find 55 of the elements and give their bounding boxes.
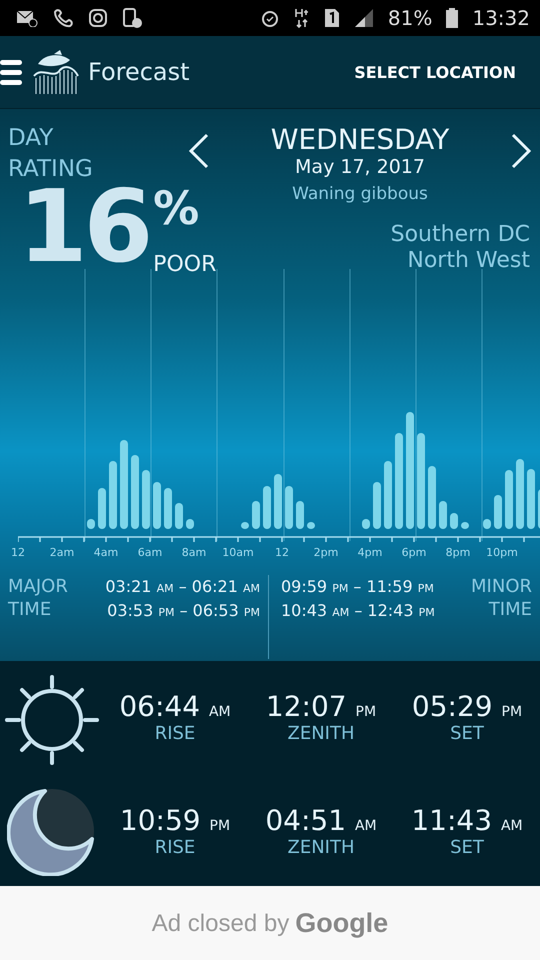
event-label: ZENITH bbox=[287, 722, 354, 744]
device-alert-icon bbox=[122, 8, 142, 28]
time-range: 03:21 AM – 06:21 AM bbox=[105, 576, 260, 598]
event-time: 10:59 PM bbox=[120, 804, 230, 836]
axis-label: 8pm bbox=[446, 546, 470, 559]
date: May 17, 2017 bbox=[295, 156, 425, 178]
select-location-button[interactable]: SELECT LOCATION bbox=[354, 62, 516, 82]
next-day-button[interactable] bbox=[510, 133, 532, 169]
signal-icon bbox=[354, 8, 374, 28]
clock-time: 13:32 bbox=[472, 6, 530, 30]
time-range: 03:53 PM – 06:53 PM bbox=[107, 600, 260, 622]
axis-label: 2am bbox=[50, 546, 74, 559]
battery-icon bbox=[446, 8, 458, 28]
axis-label: 4pm bbox=[358, 546, 382, 559]
location-name: Southern DC bbox=[390, 222, 530, 248]
time-range: 10:43 AM – 12:43 PM bbox=[281, 600, 435, 622]
major-time-label: MAJOR TIME bbox=[8, 575, 69, 622]
ad-closed-text: Ad closed by bbox=[152, 910, 290, 938]
moon-phase: Waning gibbous bbox=[292, 184, 428, 204]
axis-label: 6am bbox=[138, 546, 162, 559]
location-name: North West bbox=[406, 248, 530, 275]
event-time: 11:43 AM bbox=[411, 804, 523, 836]
axis-label: 12 bbox=[11, 546, 25, 559]
menu-icon[interactable] bbox=[0, 57, 22, 87]
minor-time-label: MINOR TIME bbox=[470, 575, 532, 622]
axis-label: 2pm bbox=[314, 546, 338, 559]
data-icon bbox=[294, 7, 310, 29]
phone-icon bbox=[52, 8, 74, 28]
ad-brand: Google bbox=[295, 908, 388, 939]
email-icon bbox=[16, 9, 38, 27]
battery-percent: 81% bbox=[388, 6, 432, 30]
axis-label: 6pm bbox=[402, 546, 426, 559]
axis-label: 10pm bbox=[486, 546, 518, 559]
event-label: RISE bbox=[154, 722, 196, 744]
day-name: WEDNESDAY bbox=[270, 123, 450, 156]
previous-day-button[interactable] bbox=[188, 133, 210, 169]
event-time: 06:44 AM bbox=[119, 690, 231, 722]
camera-icon bbox=[88, 8, 108, 28]
event-label: SET bbox=[450, 836, 484, 858]
event-label: SET bbox=[450, 722, 484, 744]
app-title: Forecast bbox=[88, 58, 191, 86]
event-label: RISE bbox=[154, 836, 196, 858]
sim-icon bbox=[324, 8, 340, 28]
axis-label: 4am bbox=[94, 546, 118, 559]
axis-label: 10am bbox=[222, 546, 254, 559]
rating-verdict: POOR bbox=[153, 252, 216, 278]
percent-sign: % bbox=[153, 185, 200, 232]
event-time: 04:51 AM bbox=[265, 804, 377, 836]
axis-label: 12 bbox=[275, 546, 289, 559]
axis-label: 8am bbox=[182, 546, 206, 559]
alarm-icon bbox=[260, 8, 280, 28]
event-label: ZENITH bbox=[287, 836, 354, 858]
event-time: 12:07 PM bbox=[266, 690, 376, 722]
event-time: 05:29 PM bbox=[412, 690, 522, 722]
time-range: 09:59 PM – 11:59 PM bbox=[281, 576, 434, 598]
